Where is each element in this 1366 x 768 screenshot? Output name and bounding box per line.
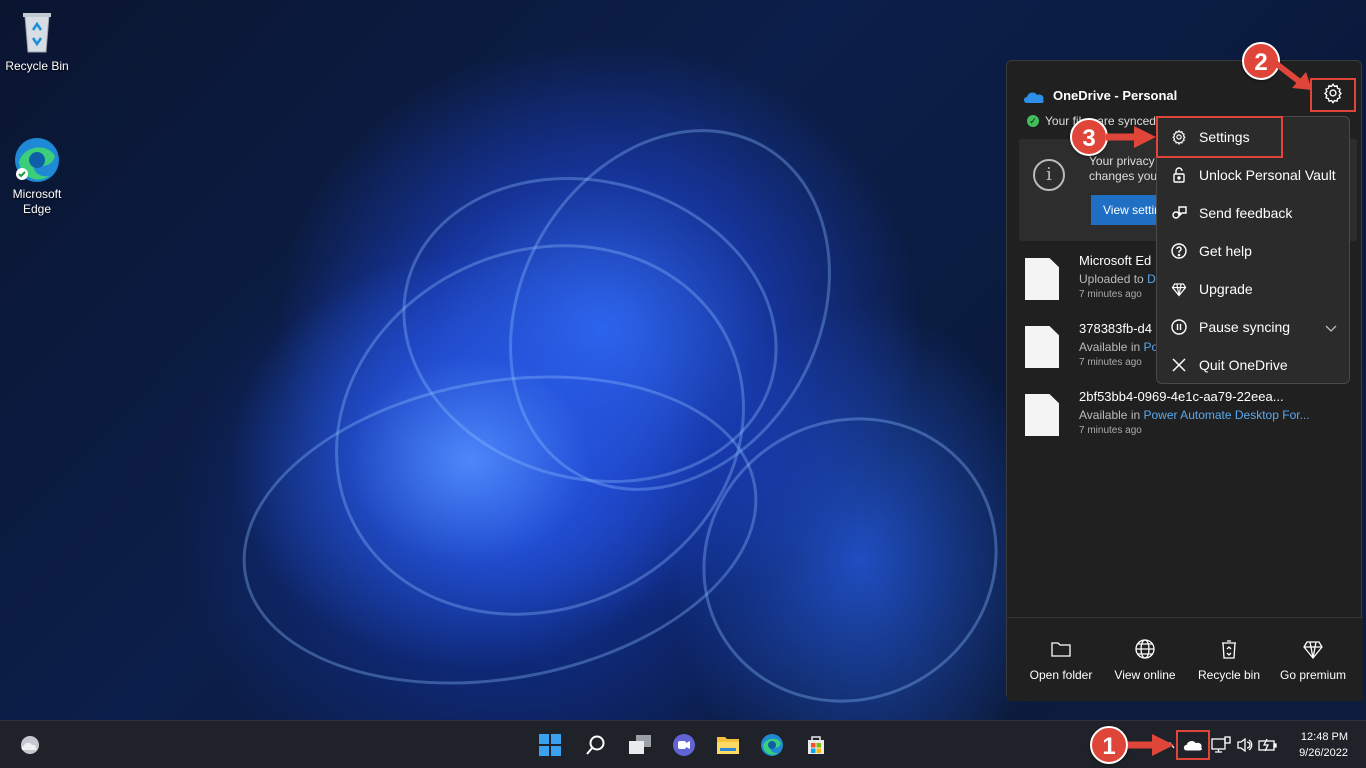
file-status: Available in Power Automate Desktop For.… bbox=[1079, 408, 1310, 422]
close-icon bbox=[1170, 356, 1188, 374]
menu-item-quit-onedrive[interactable]: Quit OneDrive bbox=[1157, 346, 1351, 384]
battery-icon[interactable] bbox=[1258, 735, 1278, 755]
annotation-badge-1: 1 bbox=[1090, 726, 1128, 764]
annotation-arrow bbox=[1106, 126, 1156, 148]
notice-text: Your privacy changes you bbox=[1089, 154, 1158, 183]
search-icon[interactable] bbox=[582, 731, 610, 759]
clock-date: 9/26/2022 bbox=[1299, 747, 1348, 759]
chevron-down-icon bbox=[1325, 320, 1337, 336]
file-status-prefix: Available in bbox=[1079, 340, 1141, 354]
onedrive-tray-highlight-box bbox=[1176, 730, 1210, 760]
desktop-icon-recycle-bin[interactable]: Recycle Bin bbox=[1, 8, 73, 74]
file-name: 378383fb-d4 bbox=[1079, 321, 1153, 336]
help-icon bbox=[1170, 242, 1188, 260]
recycle-bin-button[interactable]: Recycle bin bbox=[1187, 618, 1271, 702]
footer-label: Go premium bbox=[1279, 668, 1347, 682]
settings-highlight-box bbox=[1156, 116, 1283, 158]
file-time: 7 minutes ago bbox=[1079, 289, 1142, 300]
document-icon bbox=[1025, 258, 1059, 300]
file-explorer-icon[interactable] bbox=[714, 731, 742, 759]
recycle-bin-icon bbox=[1218, 638, 1240, 660]
menu-item-label: Send feedback bbox=[1199, 205, 1293, 221]
document-icon bbox=[1025, 326, 1059, 368]
annotation-arrow bbox=[1128, 734, 1174, 756]
file-location-link[interactable]: D bbox=[1147, 272, 1156, 286]
settings-gear-button[interactable] bbox=[1310, 78, 1356, 112]
file-time: 7 minutes ago bbox=[1079, 357, 1142, 368]
taskbar-clock[interactable]: 12:48 PM 9/26/2022 bbox=[1299, 729, 1348, 761]
view-online-button[interactable]: View online bbox=[1103, 618, 1187, 702]
open-folder-button[interactable]: Open folder bbox=[1019, 618, 1103, 702]
microsoft-store-icon[interactable] bbox=[802, 731, 830, 759]
file-name: 2bf53bb4-0969-4e1c-aa79-22eea... bbox=[1079, 389, 1284, 404]
menu-item-send-feedback[interactable]: Send feedback bbox=[1157, 194, 1351, 232]
teams-chat-icon[interactable] bbox=[670, 731, 698, 759]
footer-label: View online bbox=[1114, 668, 1176, 682]
network-icon[interactable] bbox=[1211, 735, 1231, 755]
start-icon[interactable] bbox=[536, 731, 564, 759]
menu-item-label: Unlock Personal Vault bbox=[1199, 167, 1336, 183]
file-status: Uploaded to D bbox=[1079, 272, 1156, 286]
menu-item-label: Pause syncing bbox=[1199, 319, 1291, 335]
folder-icon bbox=[1050, 638, 1072, 660]
globe-icon bbox=[1134, 638, 1156, 660]
flyout-footer: Open folder View online Recycle bin Go p… bbox=[1007, 617, 1363, 701]
menu-item-pause-syncing[interactable]: Pause syncing bbox=[1157, 308, 1351, 346]
desktop-icon-label: Recycle Bin bbox=[5, 59, 69, 73]
onedrive-cloud-icon bbox=[1023, 90, 1045, 103]
feedback-icon bbox=[1170, 204, 1188, 222]
diamond-icon bbox=[1170, 280, 1188, 298]
menu-item-label: Get help bbox=[1199, 243, 1252, 259]
annotation-arrow bbox=[1272, 59, 1312, 90]
onedrive-title: OneDrive - Personal bbox=[1053, 88, 1178, 103]
edge-icon bbox=[13, 121, 61, 182]
menu-item-label: Quit OneDrive bbox=[1199, 357, 1288, 373]
file-status-prefix: Available in bbox=[1079, 408, 1141, 422]
menu-item-upgrade[interactable]: Upgrade bbox=[1157, 270, 1351, 308]
menu-item-get-help[interactable]: Get help bbox=[1157, 232, 1351, 270]
info-icon: i bbox=[1033, 159, 1065, 191]
file-location-link[interactable]: Power Automate Desktop For... bbox=[1144, 408, 1310, 422]
footer-label: Open folder bbox=[1029, 668, 1093, 682]
recycle-bin-icon bbox=[13, 8, 61, 56]
menu-item-unlock-personal-vault[interactable]: Unlock Personal Vault bbox=[1157, 156, 1351, 194]
desktop-icon-microsoft-edge[interactable]: Microsoft Edge bbox=[1, 106, 73, 232]
edge-icon[interactable] bbox=[758, 731, 786, 759]
go-premium-button[interactable]: Go premium bbox=[1271, 618, 1355, 702]
footer-label: Recycle bin bbox=[1197, 668, 1261, 682]
desktop-icon-label: Microsoft Edge bbox=[12, 187, 62, 216]
volume-icon[interactable] bbox=[1235, 735, 1255, 755]
file-time: 7 minutes ago bbox=[1079, 425, 1142, 436]
lock-icon bbox=[1170, 166, 1188, 184]
gear-icon bbox=[1322, 82, 1344, 109]
file-name: Microsoft Ed bbox=[1079, 253, 1152, 268]
menu-item-label: Upgrade bbox=[1199, 281, 1253, 297]
weather-icon[interactable] bbox=[16, 731, 44, 759]
clock-time: 12:48 PM bbox=[1300, 731, 1348, 743]
document-icon bbox=[1025, 394, 1059, 436]
task-view-icon[interactable] bbox=[626, 731, 654, 759]
file-status: Available in Pov bbox=[1079, 340, 1164, 354]
file-status-prefix: Uploaded to bbox=[1079, 272, 1144, 286]
diamond-icon bbox=[1302, 638, 1324, 660]
annotation-badge-3: 3 bbox=[1070, 118, 1108, 156]
check-icon: ✓ bbox=[1027, 115, 1039, 127]
pause-icon bbox=[1170, 318, 1188, 336]
file-item[interactable]: 2bf53bb4-0969-4e1c-aa79-22eea... Availab… bbox=[1025, 389, 1355, 445]
